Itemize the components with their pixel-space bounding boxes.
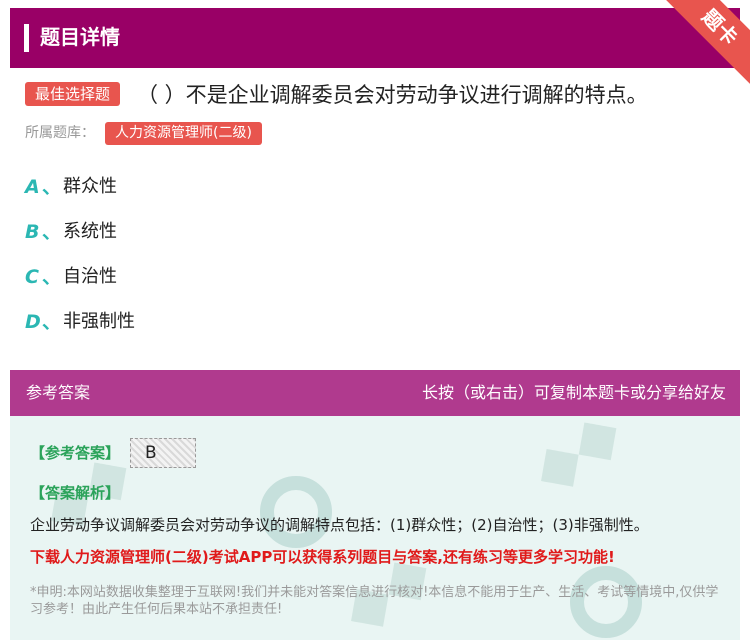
option-text: 系统性 bbox=[63, 221, 117, 242]
question-card-ribbon[interactable]: 题卡 bbox=[657, 0, 750, 90]
reference-answer-label: 【参考答案】 bbox=[30, 444, 121, 462]
watermark-logo-icon bbox=[260, 476, 332, 548]
option-letter: A bbox=[25, 176, 40, 198]
header-accent-bar bbox=[24, 24, 29, 52]
option-text: 自治性 bbox=[63, 266, 117, 287]
option-separator: 、 bbox=[42, 266, 62, 288]
question-row: 最佳选择题 （ ）不是企业调解委员会对劳动争议进行调解的特点。 bbox=[25, 80, 740, 112]
option-b[interactable]: B 、 系统性 bbox=[25, 217, 425, 247]
option-letter: D bbox=[25, 311, 41, 333]
question-type-badge: 最佳选择题 bbox=[25, 82, 121, 106]
question-bank-label: 所属题库： bbox=[25, 125, 95, 141]
option-separator: 、 bbox=[42, 176, 62, 198]
corner-ribbon-wrap: 题卡 bbox=[600, 0, 750, 90]
disclaimer-text: *申明:本网站数据收集整理于互联网!我们并未能对答案信息进行核对!本信息不能用于… bbox=[30, 585, 719, 617]
option-d[interactable]: D 、 非强制性 bbox=[25, 307, 425, 337]
question-bank-link[interactable]: 人力资源管理师(二级) bbox=[105, 122, 262, 145]
option-separator: 、 bbox=[42, 221, 62, 243]
explanation-text: 企业劳动争议调解委员会对劳动争议的调解特点包括：(1)群众性；(2)自治性；(3… bbox=[30, 516, 649, 534]
app-download-promo[interactable]: 下载人力资源管理师(二级)考试APP可以获得系列题目与答案,还有练习等更多学习功… bbox=[30, 546, 615, 568]
page-title: 题目详情 bbox=[40, 25, 120, 49]
watermark-icon: ◆◆ bbox=[518, 416, 635, 507]
answer-body: ◆◆ ◆◆ ◆◆ 【参考答案】 B 【答案解析】 企业劳动争议调解委员会对劳动争… bbox=[10, 416, 740, 640]
question-text: （ ）不是企业调解委员会对劳动争议进行调解的特点。 bbox=[137, 83, 648, 107]
answer-section-title: 参考答案 bbox=[26, 383, 91, 402]
option-letter: C bbox=[25, 266, 39, 288]
reference-answer-value: B bbox=[130, 438, 196, 468]
answer-header: 参考答案 长按（或右击）可复制本题卡或分享给好友 bbox=[10, 370, 740, 416]
option-text: 群众性 bbox=[63, 176, 117, 197]
option-separator: 、 bbox=[42, 311, 62, 333]
option-c[interactable]: C 、 自治性 bbox=[25, 262, 425, 292]
option-a[interactable]: A 、 群众性 bbox=[25, 172, 425, 202]
share-hint: 长按（或右击）可复制本题卡或分享给好友 bbox=[421, 383, 726, 402]
option-letter: B bbox=[25, 221, 40, 243]
option-text: 非强制性 bbox=[63, 311, 135, 332]
explanation-label: 【答案解析】 bbox=[30, 484, 121, 502]
